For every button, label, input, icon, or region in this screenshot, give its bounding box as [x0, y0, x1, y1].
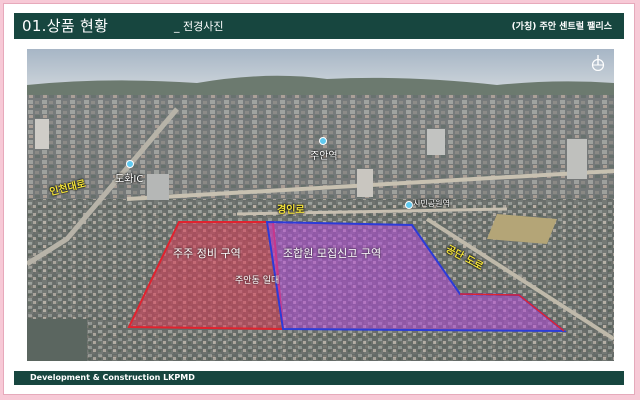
- page-subtitle: _ 전경사진: [174, 20, 224, 33]
- aerial-photo: 인천대로 도화IC 주안역 시민공원역 경인로 공단 도로 주주 정비 구역 조…: [27, 49, 614, 361]
- label-zone-center: 주안동 일대: [235, 276, 280, 286]
- header-bar: 01.상품 현황 _ 전경사진 (가칭) 주안 센트럴 팰리스: [14, 13, 624, 39]
- label-city-hall-park: 시민공원역: [413, 199, 450, 208]
- compass-icon: [590, 55, 606, 71]
- location-dot-icon: [319, 137, 327, 145]
- footer-text: Development & Construction LKPMD: [30, 373, 195, 382]
- label-zone-red: 주주 정비 구역: [173, 247, 241, 260]
- label-zone-purple: 조합원 모집신고 구역: [283, 247, 382, 260]
- location-dot-icon: [126, 160, 134, 168]
- label-main-road: 경인로: [277, 205, 305, 216]
- location-dot-icon: [405, 201, 413, 209]
- slide-frame: 01.상품 현황 _ 전경사진 (가칭) 주안 센트럴 팰리스 인천대로 도화I…: [3, 3, 635, 395]
- aerial-photo-illustration: [27, 49, 614, 361]
- footer-bar: Development & Construction LKPMD: [14, 371, 624, 385]
- label-juan-station: 주안역: [310, 151, 338, 162]
- page-title: 01.상품 현황: [22, 17, 109, 35]
- label-dohwa-ic: 도화IC: [115, 174, 144, 185]
- project-name: (가칭) 주안 센트럴 팰리스: [511, 22, 612, 32]
